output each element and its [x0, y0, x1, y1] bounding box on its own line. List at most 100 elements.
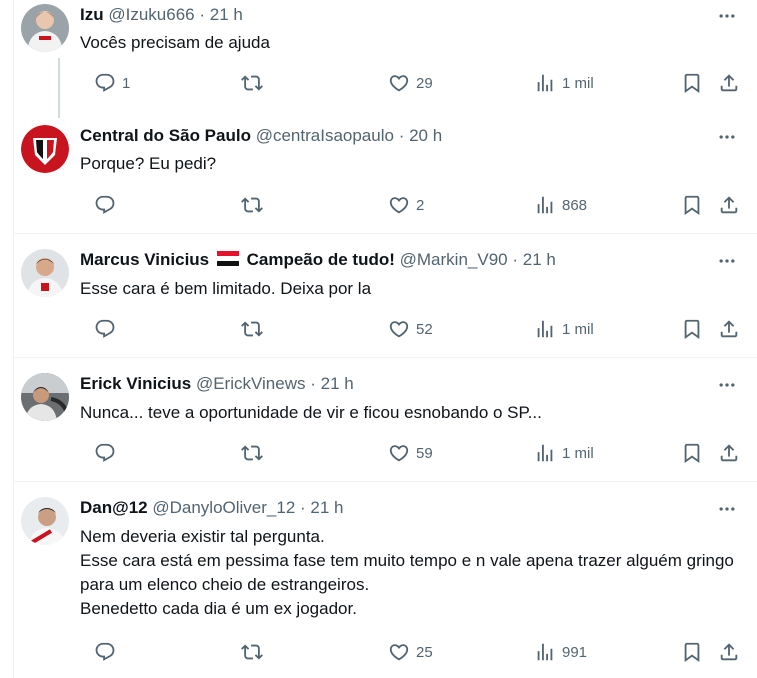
- view-count: 1 mil: [562, 74, 594, 92]
- divider: [14, 233, 757, 234]
- views-icon: [534, 442, 556, 464]
- like-button[interactable]: 52: [388, 317, 433, 341]
- author-handle[interactable]: @DanyloOliver_12: [152, 498, 295, 517]
- view-count: 991: [562, 643, 588, 661]
- heart-icon: [388, 72, 410, 94]
- view-count: 868: [562, 196, 588, 214]
- like-count: 25: [416, 643, 433, 661]
- tweet-actions: 59 1 mil: [80, 441, 757, 465]
- views-button[interactable]: 1 mil: [534, 441, 594, 465]
- divider: [14, 481, 757, 482]
- author-handle[interactable]: @Izuku666: [108, 5, 194, 24]
- views-button[interactable]: 1 mil: [534, 317, 594, 341]
- heart-icon: [388, 194, 410, 216]
- timestamp[interactable]: 21 h: [321, 374, 354, 393]
- like-count: 59: [416, 444, 433, 462]
- tweet-header: Erick Vinicius @ErickVinews · 21 h: [80, 373, 697, 395]
- share-button[interactable]: [718, 441, 740, 465]
- flag-icon: [216, 251, 239, 266]
- reply-icon: [94, 194, 116, 216]
- share-icon: [718, 72, 740, 94]
- retweet-button[interactable]: [241, 441, 263, 465]
- more-icon[interactable]: [715, 251, 739, 271]
- like-button[interactable]: 2: [388, 193, 424, 217]
- views-icon: [534, 641, 556, 663]
- tweet-header: Central do São Paulo @centraIsaopaulo · …: [80, 125, 697, 147]
- author-handle[interactable]: @ErickVinews: [196, 374, 306, 393]
- view-count: 1 mil: [562, 444, 594, 462]
- bookmark-button[interactable]: [681, 441, 703, 465]
- reply-icon: [94, 442, 116, 464]
- bookmark-icon: [681, 641, 703, 663]
- tweet-text: Nunca... teve a oportunidade de vir e fi…: [80, 403, 542, 422]
- reply-button[interactable]: 1: [94, 71, 130, 95]
- more-icon[interactable]: [715, 127, 739, 147]
- reply-button[interactable]: [94, 441, 116, 465]
- separator-dot: ·: [199, 5, 206, 24]
- share-icon: [718, 318, 740, 340]
- separator-dot: ·: [512, 250, 519, 269]
- separator-dot: ·: [310, 374, 316, 393]
- retweet-button[interactable]: [241, 71, 263, 95]
- views-button[interactable]: 1 mil: [534, 71, 594, 95]
- like-count: 52: [416, 320, 433, 338]
- reply-icon: [94, 641, 116, 663]
- reply-button[interactable]: [94, 193, 116, 217]
- share-button[interactable]: [718, 71, 740, 95]
- heart-icon: [388, 318, 410, 340]
- bookmark-button[interactable]: [681, 317, 703, 341]
- bookmark-button[interactable]: [681, 640, 703, 664]
- retweet-button[interactable]: [241, 317, 263, 341]
- tweet-text: Porque? Eu pedi?: [80, 154, 217, 173]
- bookmark-button[interactable]: [681, 193, 703, 217]
- views-button[interactable]: 868: [534, 193, 587, 217]
- author-name-suffix[interactable]: Campeão de tudo!: [247, 250, 395, 269]
- tweet-actions: 2 868: [80, 193, 757, 217]
- avatar[interactable]: [21, 497, 69, 545]
- retweet-button[interactable]: [241, 640, 263, 664]
- like-count: 2: [416, 196, 425, 214]
- avatar[interactable]: [21, 249, 69, 297]
- author-handle[interactable]: @centraIsaopaulo: [256, 126, 394, 145]
- timestamp[interactable]: 20 h: [409, 126, 442, 145]
- retweet-icon: [241, 641, 263, 663]
- timestamp[interactable]: 21 h: [310, 498, 343, 517]
- separator-dot: ·: [398, 126, 405, 145]
- share-button[interactable]: [718, 193, 740, 217]
- retweet-icon: [241, 194, 263, 216]
- more-icon[interactable]: [715, 499, 739, 519]
- author-name[interactable]: Erick Vinicius: [80, 374, 191, 393]
- bookmark-button[interactable]: [681, 71, 703, 95]
- bookmark-icon: [681, 442, 703, 464]
- timestamp[interactable]: 21 h: [210, 5, 243, 24]
- share-icon: [718, 194, 740, 216]
- avatar[interactable]: [21, 125, 69, 173]
- tweet-text: Vocês precisam de ajuda: [80, 33, 270, 52]
- views-icon: [534, 194, 556, 216]
- like-button[interactable]: 25: [388, 640, 433, 664]
- avatar[interactable]: [21, 373, 69, 421]
- like-button[interactable]: 29: [388, 71, 433, 95]
- more-icon[interactable]: [715, 6, 739, 26]
- reply-button[interactable]: [94, 640, 116, 664]
- reply-button[interactable]: [94, 317, 116, 341]
- more-icon[interactable]: [715, 375, 739, 395]
- timestamp[interactable]: 21 h: [523, 250, 556, 269]
- author-name[interactable]: Marcus Vinicius: [80, 250, 209, 269]
- separator-dot: ·: [300, 498, 306, 517]
- views-button[interactable]: 991: [534, 640, 587, 664]
- like-button[interactable]: 59: [388, 441, 433, 465]
- retweet-button[interactable]: [241, 193, 263, 217]
- author-name[interactable]: Dan@12: [80, 498, 148, 517]
- avatar[interactable]: [21, 4, 69, 52]
- share-button[interactable]: [718, 317, 740, 341]
- author-name[interactable]: Central do São Paulo: [80, 126, 251, 145]
- bookmark-icon: [681, 72, 703, 94]
- retweet-icon: [241, 442, 263, 464]
- tweet-header: Izu @Izuku666 · 21 h: [80, 4, 697, 26]
- author-name[interactable]: Izu: [80, 5, 104, 24]
- author-handle[interactable]: @Markin_V90: [400, 250, 508, 269]
- thread-connector: [58, 58, 60, 118]
- share-button[interactable]: [718, 640, 740, 664]
- reply-icon: [94, 72, 116, 94]
